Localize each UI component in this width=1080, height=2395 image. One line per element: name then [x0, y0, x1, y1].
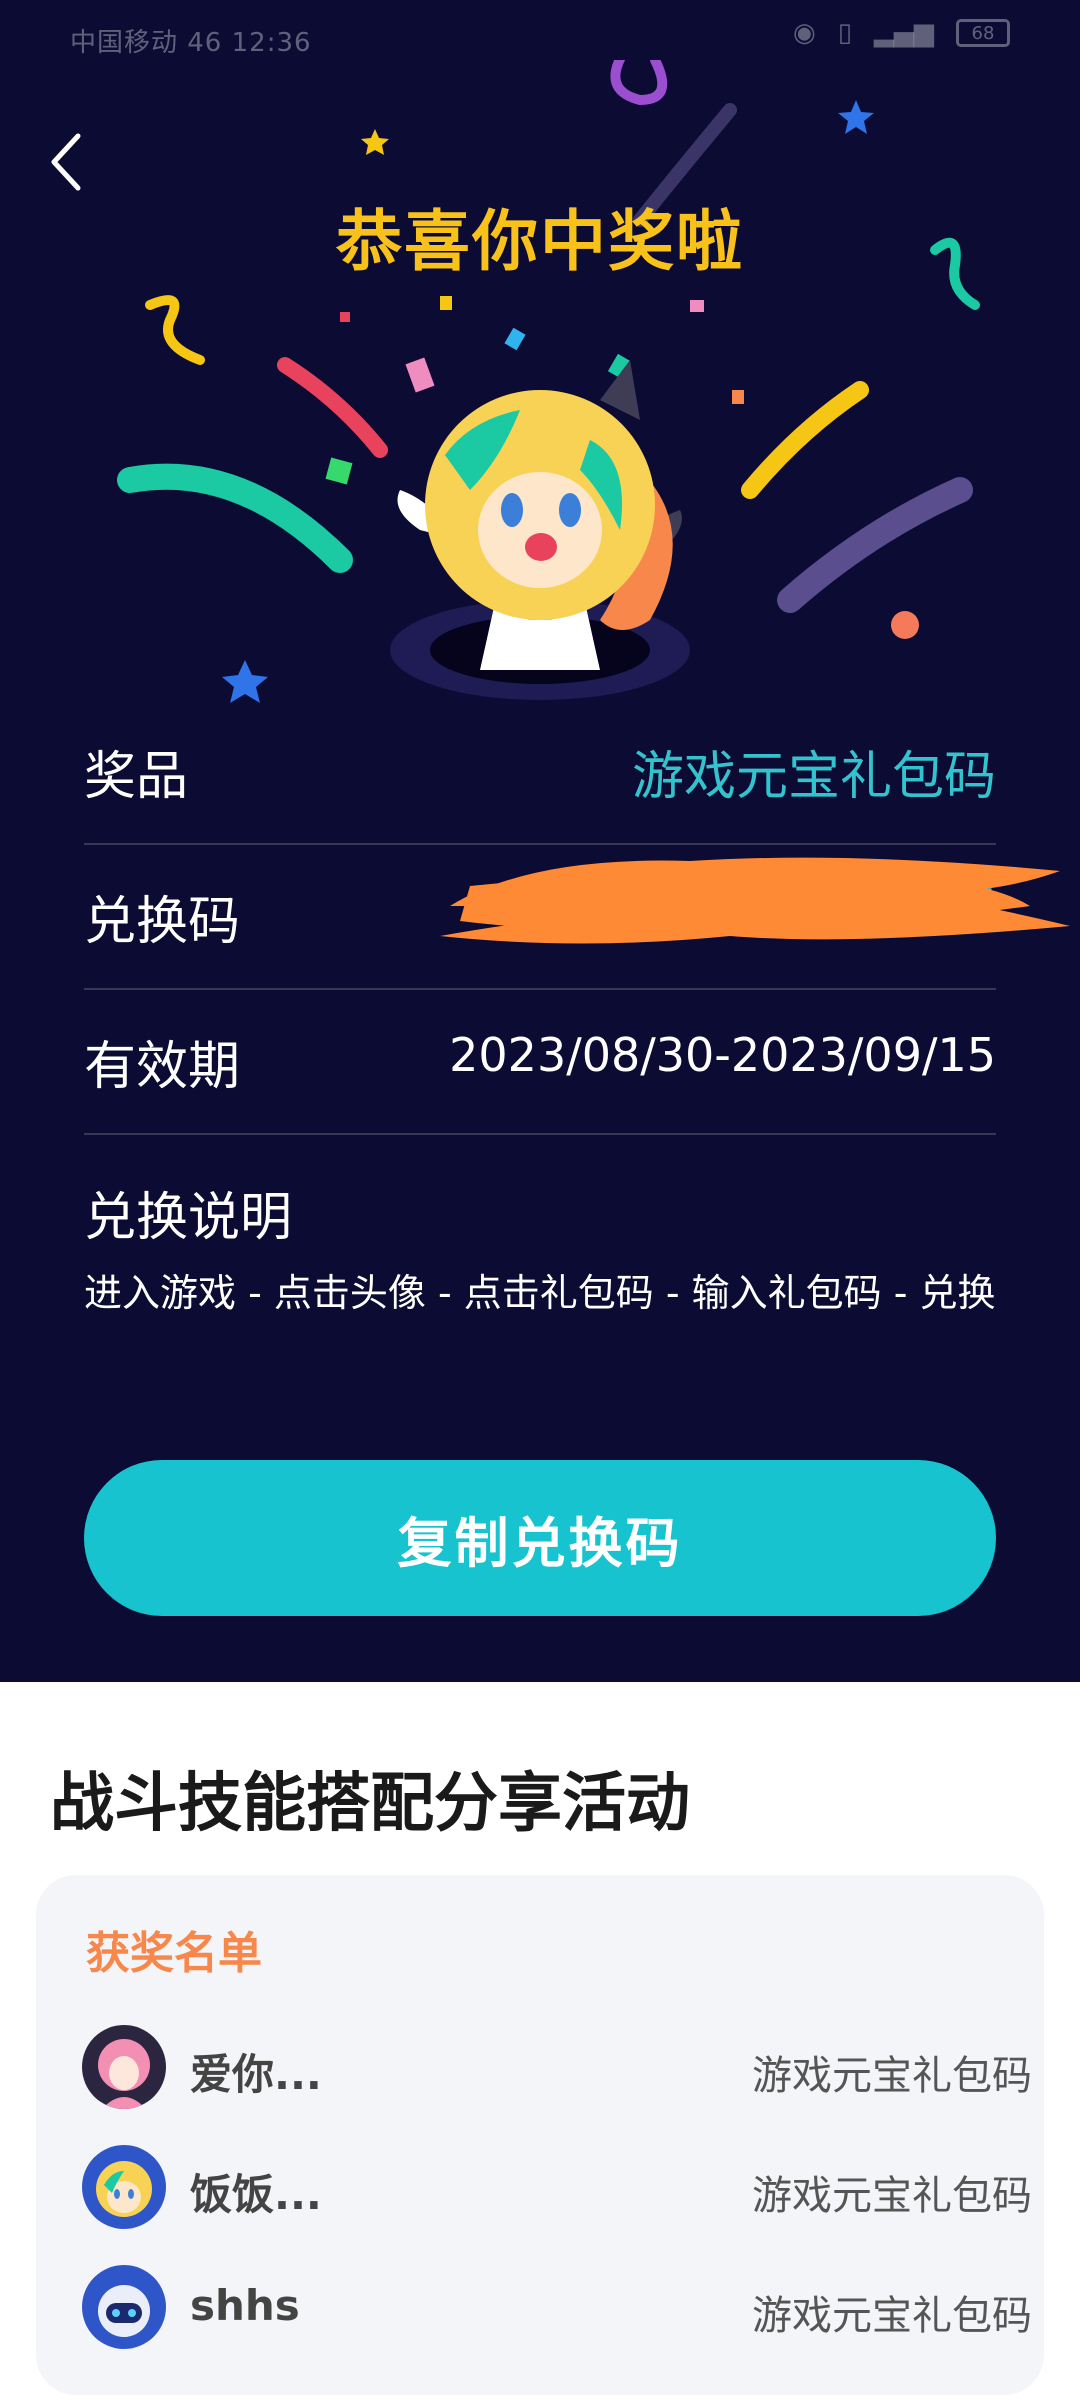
vibrate-icon: ▯ — [837, 18, 852, 48]
confetti-dot — [891, 611, 919, 639]
winner-prize: 游戏元宝礼包码 — [752, 2053, 1032, 2099]
character-eye — [501, 493, 523, 527]
character-mouth — [525, 533, 557, 561]
confetti-piece — [405, 357, 435, 393]
validity-row: 有效期 2023/08/30-2023/09/15 — [84, 990, 996, 1135]
confetti-streamer — [741, 381, 869, 499]
prize-hero: 中国移动 46 12:36 ◉ ▯ ▂▄▆ 68 恭喜你中奖啦 奖品 游戏元宝礼… — [0, 0, 1080, 1682]
avatar — [82, 2145, 166, 2229]
celebration-illustration — [117, 60, 980, 703]
mascot-avatar-icon — [82, 2145, 166, 2229]
copy-code-button[interactable]: 复制兑换码 — [84, 1460, 996, 1616]
confetti-piece — [440, 296, 452, 310]
prize-label: 奖品 — [84, 747, 189, 807]
winner-prize: 游戏元宝礼包码 — [752, 2293, 1032, 2339]
avatar — [82, 2025, 166, 2109]
confetti-squiggle — [145, 295, 205, 365]
star-shape — [838, 100, 874, 134]
confetti-piece — [504, 327, 526, 351]
eye-icon: ◉ — [793, 18, 816, 48]
star-shape — [361, 129, 389, 155]
signal-icon: ▂▄▆ — [874, 18, 934, 48]
instructions-text: 进入游戏 - 点击头像 - 点击礼包码 - 输入礼包码 - 兑换 — [84, 1271, 996, 1315]
confetti-squiggle — [610, 60, 668, 106]
validity-value: 2023/08/30-2023/09/15 — [449, 1028, 996, 1082]
prize-row: 奖品 游戏元宝礼包码 — [84, 700, 996, 845]
confetti-piece — [340, 312, 350, 322]
status-icons: ◉ ▯ ▂▄▆ 68 — [793, 18, 1010, 48]
winner-row[interactable]: 爱你... 游戏元宝礼包码 — [82, 2015, 1032, 2115]
winner-name: 爱你... — [190, 2050, 322, 2099]
confetti-streamer — [277, 357, 388, 458]
redaction-scribble — [440, 857, 1070, 944]
winners-heading: 获奖名单 — [86, 1928, 262, 1979]
winners-card: 获奖名单 爱你... 游戏元宝礼包码 饭饭... 游戏元宝礼包码 shhs 游戏… — [36, 1875, 1044, 2395]
winner-prize: 游戏元宝礼包码 — [752, 2173, 1032, 2219]
code-label: 兑换码 — [84, 892, 241, 952]
confetti-piece — [690, 300, 704, 312]
confetti-streamer — [117, 463, 353, 573]
validity-label: 有效期 — [84, 1037, 241, 1097]
winner-row[interactable]: shhs 游戏元宝礼包码 — [82, 2255, 1032, 2355]
character-eye — [559, 493, 581, 527]
battery-level: 68 — [971, 22, 995, 44]
confetti-streamer — [777, 477, 973, 613]
winner-row[interactable]: 饭饭... 游戏元宝礼包码 — [82, 2135, 1032, 2235]
character-face — [478, 472, 602, 588]
winner-name: 饭饭... — [190, 2170, 322, 2219]
status-carrier-time: 中国移动 46 12:36 — [70, 28, 312, 58]
star-shape — [222, 660, 268, 703]
confetti-piece — [325, 457, 353, 485]
pink-hair-avatar-icon — [82, 2025, 166, 2109]
winner-name: shhs — [190, 2281, 300, 2330]
avatar — [82, 2265, 166, 2349]
battery-icon: 68 — [956, 19, 1010, 47]
page-title: 恭喜你中奖啦 — [336, 203, 744, 280]
prize-value: 游戏元宝礼包码 — [631, 747, 996, 807]
confetti-piece — [732, 390, 744, 404]
robot-avatar-icon — [82, 2265, 166, 2349]
activity-title: 战斗技能搭配分享活动 — [50, 1767, 690, 1841]
instructions-label: 兑换说明 — [84, 1188, 293, 1248]
